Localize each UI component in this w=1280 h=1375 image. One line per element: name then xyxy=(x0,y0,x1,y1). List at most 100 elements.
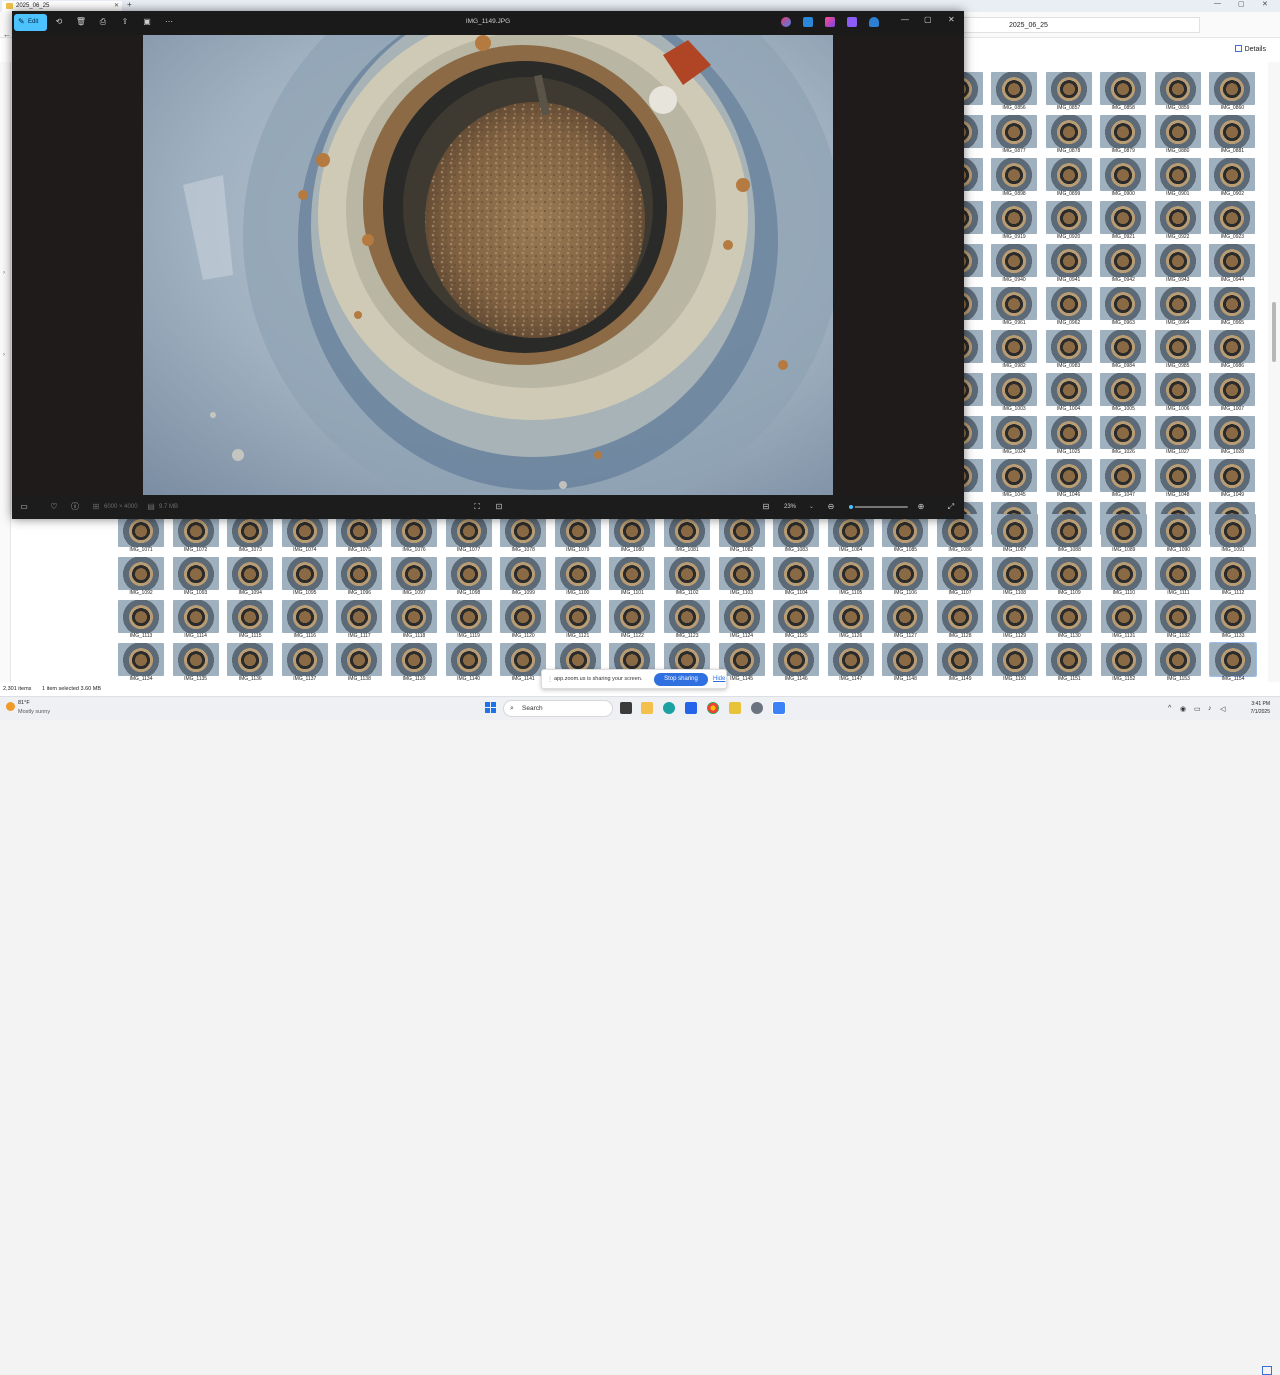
thumbnail-item[interactable]: IMG_0880 xyxy=(1154,115,1207,157)
large-icons-view-icon[interactable] xyxy=(1262,1366,1272,1375)
thumbnail-item[interactable]: IMG_0986 xyxy=(1209,330,1261,372)
thumbnail-item[interactable]: IMG_0921 xyxy=(1100,201,1152,243)
thumbnail-item[interactable]: IMG_1153 xyxy=(1155,643,1207,682)
close-icon[interactable]: ✕ xyxy=(1262,0,1268,8)
thumbnail-item[interactable]: IMG_0920 xyxy=(1045,201,1098,243)
edge-icon[interactable] xyxy=(663,702,675,714)
photo-editor-icon[interactable] xyxy=(847,17,857,27)
thumbnail-item[interactable]: IMG_1073 xyxy=(227,514,279,556)
thumbnail-item[interactable]: IMG_1119 xyxy=(445,600,498,642)
more-icon[interactable]: ⋯ xyxy=(163,16,175,28)
thumbnail-item[interactable]: IMG_1112 xyxy=(1210,557,1262,599)
hide-banner-link[interactable]: Hide xyxy=(713,670,725,689)
zoom-slider-handle[interactable] xyxy=(847,503,855,511)
thumbnail-item[interactable]: IMG_1071 xyxy=(118,514,170,556)
thumbnail-item[interactable]: IMG_1098 xyxy=(445,557,498,599)
thumbnail-item[interactable]: IMG_1072 xyxy=(172,514,225,556)
thumbnail-item[interactable]: IMG_1146 xyxy=(773,643,825,682)
thumbnail-item[interactable]: IMG_1108 xyxy=(991,557,1044,599)
print-icon[interactable]: ⎙ xyxy=(97,16,109,28)
thumbnail-item[interactable]: IMG_0879 xyxy=(1100,115,1152,157)
store-icon[interactable] xyxy=(685,702,697,714)
drag-grip-icon[interactable]: ⋮ xyxy=(547,676,553,683)
thumbnail-item[interactable]: IMG_1105 xyxy=(827,557,880,599)
thumbnail-item[interactable]: IMG_1049 xyxy=(1209,459,1261,501)
thumbnail-item[interactable]: IMG_1094 xyxy=(227,557,279,599)
scrollbar-thumb[interactable] xyxy=(1272,302,1276,362)
thumbnail-item[interactable]: IMG_1150 xyxy=(991,643,1044,682)
thumbnail-item[interactable]: IMG_1107 xyxy=(937,557,989,599)
onedrive-icon[interactable] xyxy=(869,17,879,27)
thumbnail-item[interactable]: IMG_1104 xyxy=(773,557,825,599)
thumbnail-item[interactable]: IMG_1132 xyxy=(1155,600,1207,642)
thumbnail-item[interactable]: IMG_0860 xyxy=(1209,72,1261,114)
thumbnail-item[interactable]: IMG_1136 xyxy=(227,643,279,682)
thumbnail-item[interactable]: IMG_0940 xyxy=(991,244,1043,286)
thumbnail-item[interactable]: IMG_1151 xyxy=(1046,643,1098,682)
actual-size-icon[interactable]: ⊡ xyxy=(493,501,505,513)
thumbnail-item[interactable]: IMG_1092 xyxy=(118,557,170,599)
thumbnail-item[interactable]: IMG_1084 xyxy=(827,514,880,556)
thumbnail-item[interactable]: IMG_1113 xyxy=(118,600,170,642)
thumbnail-item[interactable]: IMG_1138 xyxy=(336,643,388,682)
slideshow-icon[interactable]: ▣ xyxy=(141,16,153,28)
thumbnail-item[interactable]: IMG_1102 xyxy=(664,557,716,599)
thumbnail-item[interactable]: IMG_1109 xyxy=(1046,557,1098,599)
thumbnail-item[interactable]: IMG_1047 xyxy=(1100,459,1152,501)
start-button[interactable] xyxy=(485,702,497,714)
thumbnail-item[interactable]: IMG_0985 xyxy=(1154,330,1207,372)
speaker-icon[interactable]: ◁ xyxy=(1220,705,1225,713)
zoom-out-icon[interactable]: ⊖ xyxy=(825,501,837,513)
thumbnail-item[interactable]: IMG_1128 xyxy=(937,600,989,642)
thumbnail-item[interactable]: IMG_1004 xyxy=(1045,373,1098,415)
thumbnail-item[interactable]: IMG_1025 xyxy=(1045,416,1098,458)
thumbnail-item[interactable]: IMG_1088 xyxy=(1046,514,1098,556)
thumbnail-item[interactable]: IMG_0856 xyxy=(991,72,1043,114)
thumbnail-item[interactable]: IMG_1091 xyxy=(1210,514,1262,556)
thumbnail-item[interactable]: IMG_0919 xyxy=(991,201,1043,243)
new-tab-icon[interactable]: + xyxy=(127,0,132,9)
thumbnail-item[interactable]: IMG_1130 xyxy=(1046,600,1098,642)
thumbnail-item[interactable]: IMG_1126 xyxy=(827,600,880,642)
delete-icon[interactable]: 🗑 xyxy=(75,16,87,28)
settings-gear-icon[interactable] xyxy=(751,702,763,714)
thumbnail-item[interactable]: IMG_0922 xyxy=(1154,201,1207,243)
copilot-icon[interactable] xyxy=(781,17,791,27)
thumbnail-item[interactable]: IMG_0899 xyxy=(1045,158,1098,200)
thumbnail-item[interactable]: IMG_1078 xyxy=(500,514,552,556)
maximize-icon[interactable]: ▢ xyxy=(924,15,932,24)
thumbnail-item[interactable]: IMG_1089 xyxy=(1100,514,1153,556)
camera-icon[interactable]: ◉ xyxy=(1180,705,1186,713)
thumbnail-item[interactable]: IMG_1152 xyxy=(1100,643,1153,682)
thumbnail-item[interactable]: IMG_0901 xyxy=(1154,158,1207,200)
thumbnail-item[interactable]: IMG_0965 xyxy=(1209,287,1261,329)
share-icon[interactable]: ⇪ xyxy=(119,16,131,28)
thumbnail-item[interactable]: IMG_1115 xyxy=(227,600,279,642)
thumbnail-item[interactable]: IMG_0878 xyxy=(1045,115,1098,157)
rotate-icon[interactable]: ⟲ xyxy=(53,16,65,28)
thumbnail-item[interactable]: IMG_1080 xyxy=(609,514,661,556)
thumbnail-item[interactable]: IMG_1114 xyxy=(172,600,225,642)
microphone-icon[interactable]: ♪ xyxy=(1208,705,1212,712)
filmstrip-icon[interactable]: ▭ xyxy=(18,501,30,513)
thumbnail-item[interactable]: IMG_1076 xyxy=(391,514,443,556)
thumbnail-item[interactable]: IMG_0941 xyxy=(1045,244,1098,286)
details-button[interactable]: Details xyxy=(1234,45,1266,53)
stop-sharing-button[interactable]: Stop sharing xyxy=(654,673,708,686)
thumbnail-item[interactable]: IMG_1133 xyxy=(1210,600,1262,642)
thumbnail-item[interactable]: IMG_0964 xyxy=(1154,287,1207,329)
thumbnail-item[interactable]: IMG_1127 xyxy=(882,600,934,642)
thumbnail-item[interactable]: IMG_1131 xyxy=(1100,600,1153,642)
thumbnail-item[interactable]: IMG_1097 xyxy=(391,557,443,599)
thumbnail-item[interactable]: IMG_1096 xyxy=(336,557,388,599)
thumbnail-item[interactable]: IMG_1005 xyxy=(1100,373,1152,415)
thumbnail-item[interactable]: IMG_1122 xyxy=(609,600,661,642)
thumbnail-item[interactable]: IMG_1079 xyxy=(554,514,607,556)
thumbnail-item[interactable]: IMG_1149 xyxy=(937,643,989,682)
minimize-icon[interactable]: — xyxy=(1214,0,1221,7)
zoom-level-dropdown[interactable]: 23% ⌄ xyxy=(778,500,818,514)
thumbnail-item[interactable]: IMG_0983 xyxy=(1045,330,1098,372)
system-clock[interactable]: 3:41 PM 7/1/2025 xyxy=(1234,700,1270,716)
thumbnail-item[interactable]: IMG_1027 xyxy=(1154,416,1207,458)
full-screen-icon[interactable]: ⤢ xyxy=(945,501,957,513)
